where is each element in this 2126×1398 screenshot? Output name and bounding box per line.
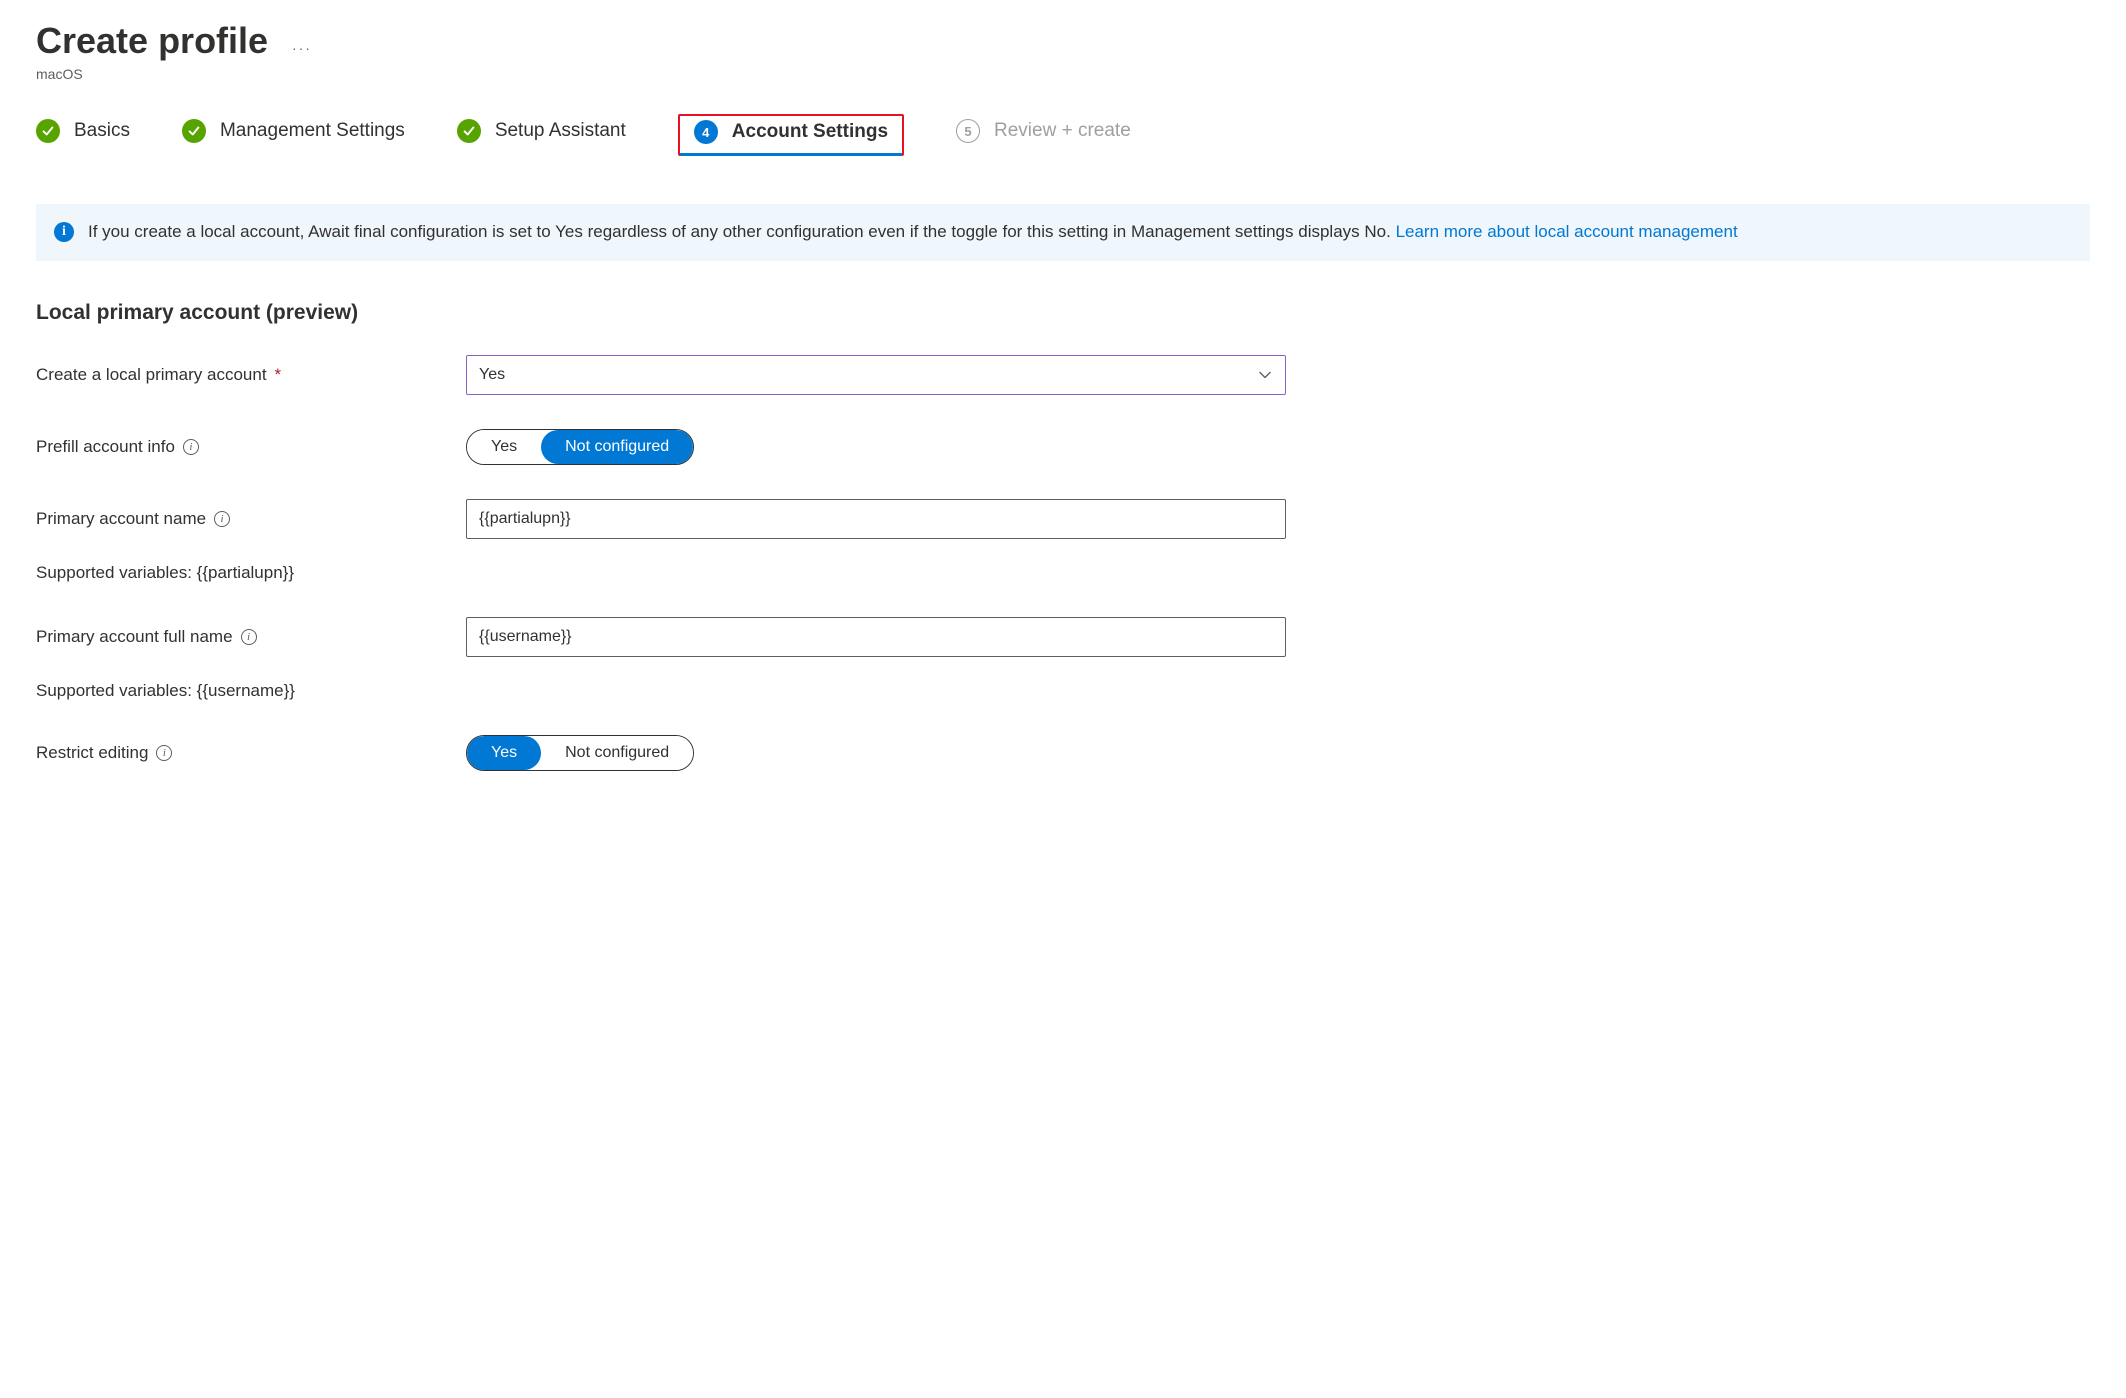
toggle-prefill-yes[interactable]: Yes: [467, 430, 541, 464]
toggle-prefill-not-configured[interactable]: Not configured: [541, 430, 693, 464]
step-label: Account Settings: [732, 121, 888, 143]
section-heading: Local primary account (preview): [36, 301, 2090, 325]
label-primary-account-full-name: Primary account full name: [36, 627, 233, 647]
label-primary-account-name: Primary account name: [36, 509, 206, 529]
row-primary-account-full-name: Primary account full name i {{username}}: [36, 617, 2090, 657]
check-icon: [36, 119, 60, 143]
step-management-settings[interactable]: Management Settings: [182, 119, 405, 151]
info-hint-icon[interactable]: i: [241, 629, 257, 645]
page-subtitle: macOS: [36, 66, 2090, 82]
info-text: If you create a local account, Await fin…: [88, 222, 1396, 241]
input-primary-account-name[interactable]: {{partialupn}}: [466, 499, 1286, 539]
info-hint-icon[interactable]: i: [156, 745, 172, 761]
page-title: Create profile: [36, 20, 268, 62]
step-label: Review + create: [994, 120, 1131, 142]
select-create-local-account[interactable]: Yes: [466, 355, 1286, 395]
row-primary-account-name: Primary account name i {{partialupn}}: [36, 499, 2090, 539]
input-primary-account-full-name[interactable]: {{username}}: [466, 617, 1286, 657]
row-create-local-account: Create a local primary account * Yes: [36, 355, 2090, 395]
wizard-stepper: Basics Management Settings Setup Assista…: [36, 114, 2090, 156]
required-asterisk: *: [275, 365, 282, 385]
row-restrict-editing: Restrict editing i Yes Not configured: [36, 735, 2090, 771]
toggle-restrict-not-configured[interactable]: Not configured: [541, 736, 693, 770]
step-review-create: 5 Review + create: [956, 119, 1131, 151]
step-account-settings[interactable]: 4 Account Settings: [678, 114, 904, 156]
learn-more-link[interactable]: Learn more about local account managemen…: [1396, 222, 1738, 241]
info-hint-icon[interactable]: i: [214, 511, 230, 527]
step-number-badge: 4: [694, 120, 718, 144]
step-label: Basics: [74, 120, 130, 142]
row-prefill-account-info: Prefill account info i Yes Not configure…: [36, 429, 2090, 465]
info-icon: i: [54, 222, 74, 242]
select-value: Yes: [479, 366, 505, 384]
step-label: Management Settings: [220, 120, 405, 142]
chevron-down-icon: [1257, 367, 1273, 383]
toggle-prefill: Yes Not configured: [466, 429, 694, 465]
step-basics[interactable]: Basics: [36, 119, 130, 151]
info-hint-icon[interactable]: i: [183, 439, 199, 455]
supported-vars-full-name: Supported variables: {{username}}: [36, 681, 2090, 701]
label-prefill-account-info: Prefill account info: [36, 437, 175, 457]
step-number-badge: 5: [956, 119, 980, 143]
label-create-local-account: Create a local primary account: [36, 365, 267, 385]
more-actions-icon[interactable]: ···: [292, 40, 312, 56]
info-banner: i If you create a local account, Await f…: [36, 204, 2090, 261]
label-restrict-editing: Restrict editing: [36, 743, 148, 763]
check-icon: [182, 119, 206, 143]
step-label: Setup Assistant: [495, 120, 626, 142]
check-icon: [457, 119, 481, 143]
step-setup-assistant[interactable]: Setup Assistant: [457, 119, 626, 151]
toggle-restrict-yes[interactable]: Yes: [467, 736, 541, 770]
toggle-restrict: Yes Not configured: [466, 735, 694, 771]
supported-vars-account-name: Supported variables: {{partialupn}}: [36, 563, 2090, 583]
